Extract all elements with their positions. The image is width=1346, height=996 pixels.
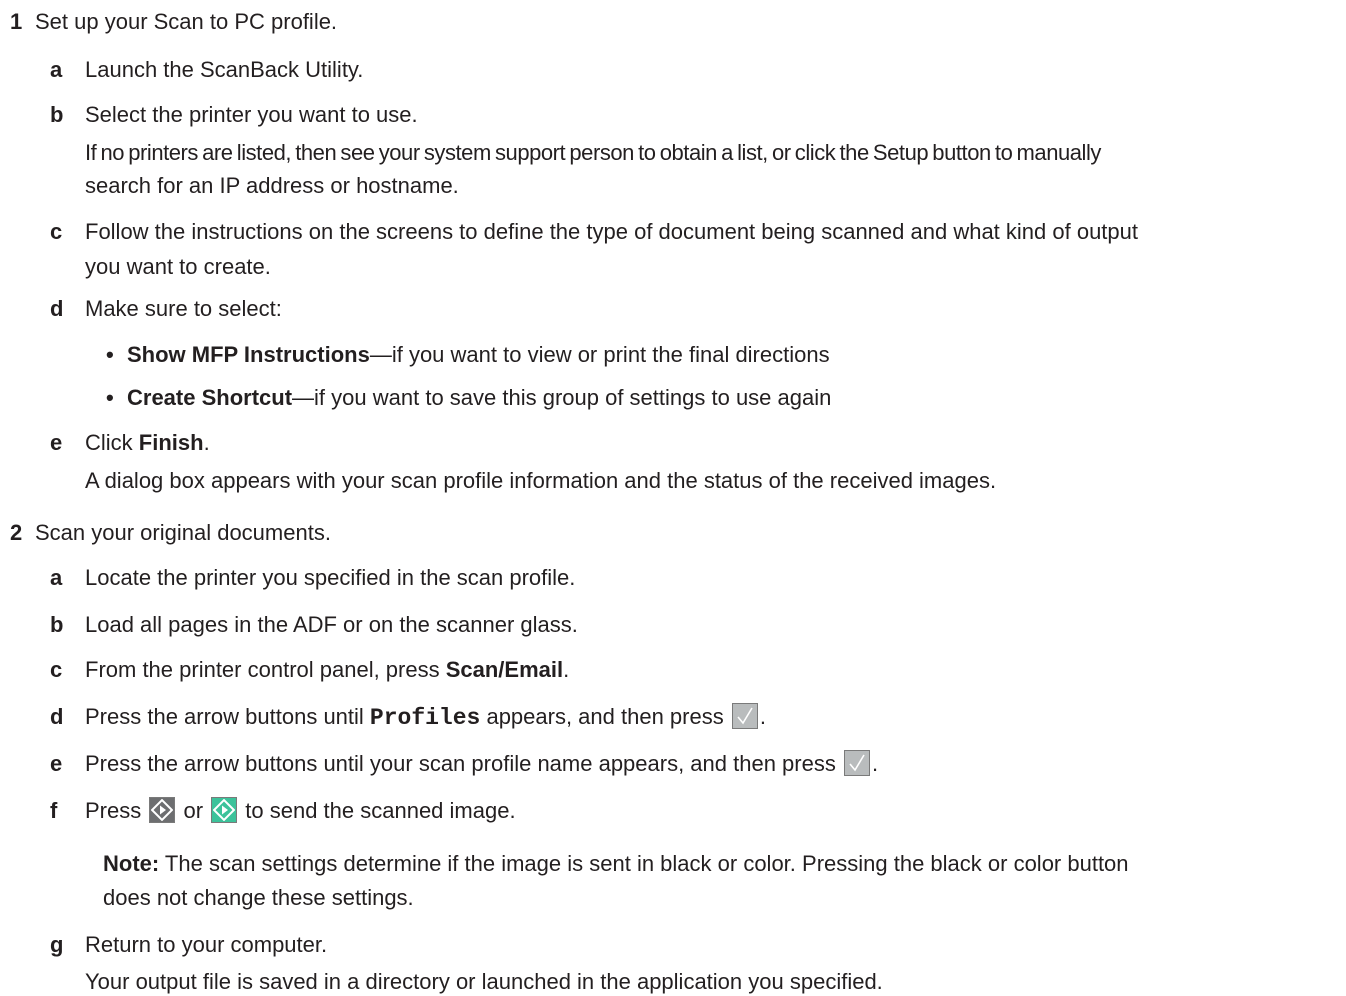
bullet-rest: —if you want to view or print the final … xyxy=(369,342,830,367)
substep-text: Load all pages in the ADF or on the scan… xyxy=(85,612,578,637)
text-run: . xyxy=(759,704,766,729)
substep-letter: a xyxy=(50,565,63,590)
bullet-bold: Create Shortcut xyxy=(127,385,293,410)
substep-detail: A dialog box appears with your scan prof… xyxy=(85,468,997,493)
substep-letter: c xyxy=(50,219,63,244)
text-run: . xyxy=(203,430,210,455)
text-run: Press the arrow buttons until your scan … xyxy=(85,751,842,776)
substep-letter: d xyxy=(50,296,64,321)
substep-letter: e xyxy=(50,751,63,776)
text-run: From the printer control panel, press xyxy=(85,657,446,682)
substep-letter: d xyxy=(50,704,64,729)
substep-detail: If no printers are listed, then see your… xyxy=(85,140,1101,165)
note-text: The scan settings determine if the image… xyxy=(159,851,1129,876)
step-number: 2 xyxy=(10,520,23,545)
bullet-bold: Show MFP Instructions xyxy=(127,342,370,367)
substep-text: you want to create. xyxy=(85,254,271,279)
substep-letter: b xyxy=(50,102,64,127)
substep-text: Press the arrow buttons until your scan … xyxy=(85,750,878,778)
bullet-item: Show MFP Instructions—if you want to vie… xyxy=(127,341,830,369)
profiles-code: Profiles xyxy=(369,705,481,731)
bullet-marker: • xyxy=(106,385,114,410)
note-label: Note: xyxy=(103,851,160,876)
note-line: Note: The scan settings determine if the… xyxy=(103,850,1129,878)
text-run: Press the arrow buttons until xyxy=(85,704,370,729)
bullet-item: Create Shortcut—if you want to save this… xyxy=(127,384,831,412)
text-run: . xyxy=(871,751,879,776)
substep-detail: search for an IP address or hostname. xyxy=(85,173,459,198)
substep-letter: e xyxy=(50,430,63,455)
text-run: Press xyxy=(85,798,148,823)
text-run: or xyxy=(177,798,210,823)
start-black-button-icon xyxy=(149,797,176,824)
substep-text: Follow the instructions on the screens t… xyxy=(85,219,1139,244)
substep-detail: Your output file is saved in a directory… xyxy=(85,969,883,994)
text-run: appears, and then press xyxy=(480,704,730,729)
text-run: . xyxy=(563,657,570,682)
substep-text: Launch the ScanBack Utility. xyxy=(85,57,364,82)
substep-letter: c xyxy=(50,657,63,682)
bullet-rest: —if you want to save this group of setti… xyxy=(292,385,832,410)
substep-letter: g xyxy=(50,932,64,957)
text-run: Click xyxy=(85,430,139,455)
substep-text: Locate the printer you specified in the … xyxy=(85,565,576,590)
start-color-button-icon xyxy=(211,797,238,824)
step-text: Scan your original documents. xyxy=(35,520,331,545)
scan-email-label: Scan/Email xyxy=(445,657,564,682)
checkmark-button-icon xyxy=(731,703,758,730)
bullet-marker: • xyxy=(106,342,114,367)
text-run: to send the scanned image. xyxy=(239,798,516,823)
substep-text: Select the printer you want to use. xyxy=(85,102,418,127)
substep-text: Press or to send the scanned image. xyxy=(85,797,516,825)
substep-text: Return to your computer. xyxy=(85,932,328,957)
substep-letter: a xyxy=(50,57,63,82)
finish-label: Finish xyxy=(138,430,204,455)
substep-text: From the printer control panel, press Sc… xyxy=(85,656,569,684)
substep-letter: f xyxy=(50,798,58,823)
step-number: 1 xyxy=(10,9,23,34)
substep-text: Make sure to select: xyxy=(85,296,282,321)
substep-letter: b xyxy=(50,612,64,637)
checkmark-button-icon xyxy=(843,750,870,777)
substep-text: Press the arrow buttons until Profiles a… xyxy=(85,703,766,732)
substep-text: Click Finish. xyxy=(85,429,210,457)
note-line: does not change these settings. xyxy=(103,885,414,910)
step-text: Set up your Scan to PC profile. xyxy=(35,9,338,34)
